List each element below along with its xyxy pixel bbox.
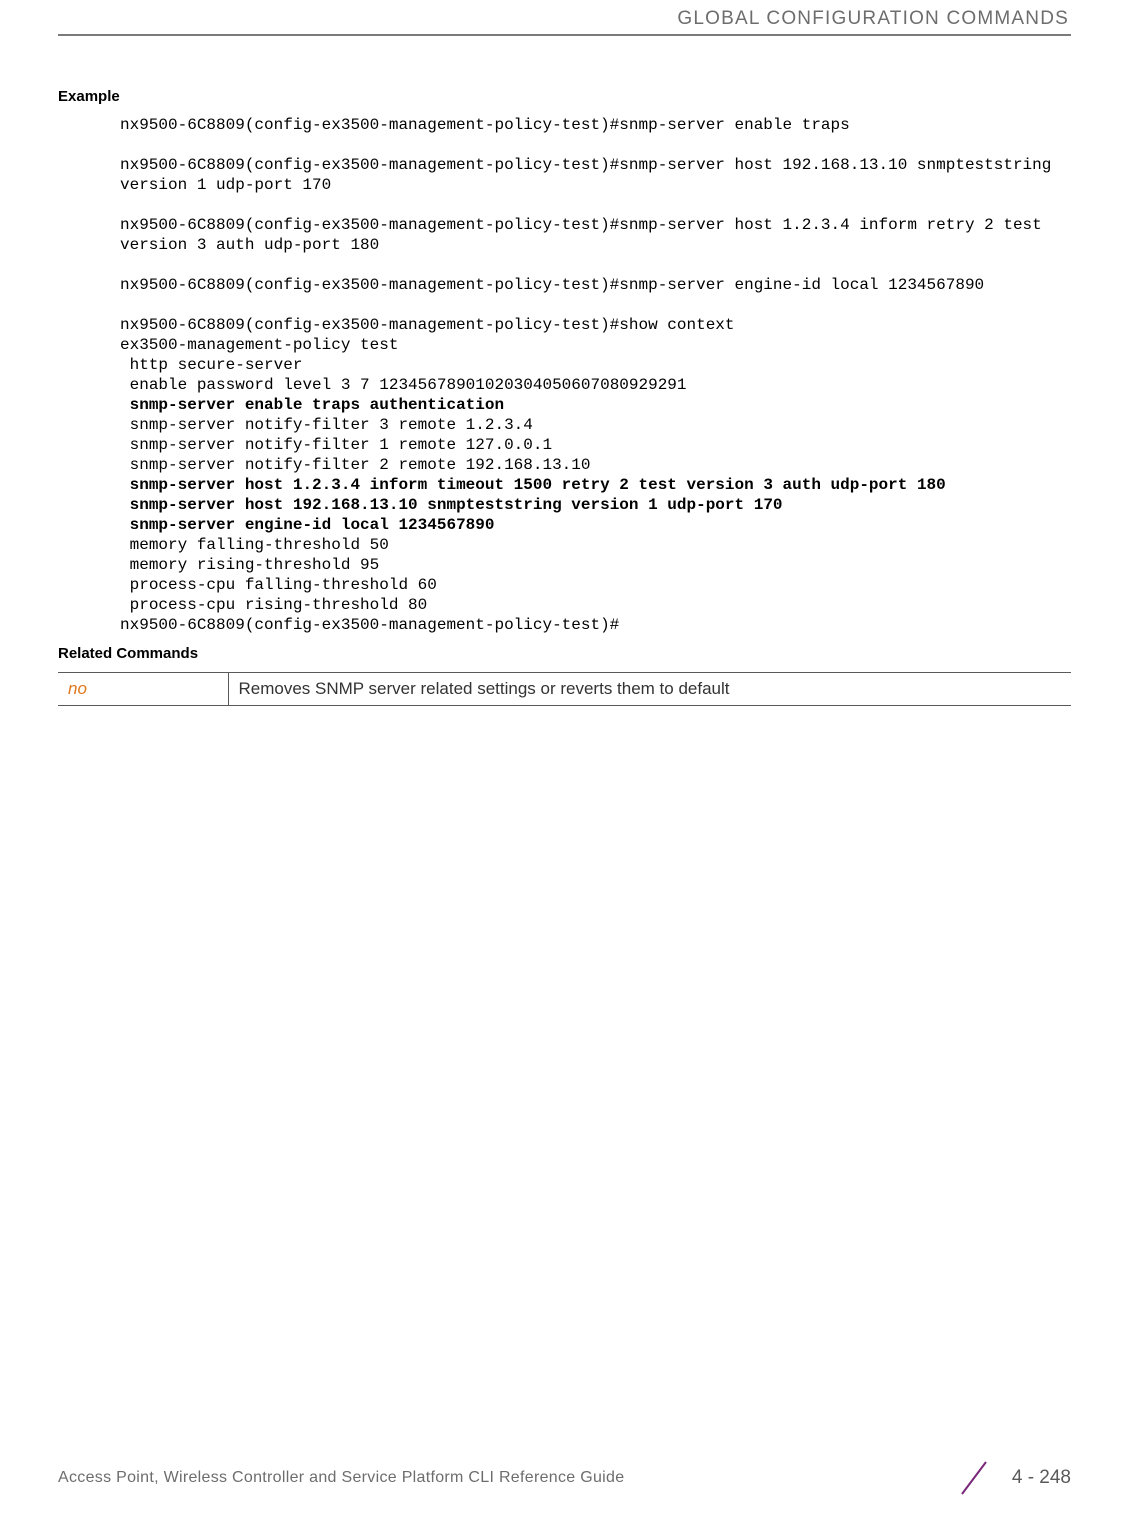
related-commands-table: no Removes SNMP server related settings … — [58, 672, 1071, 706]
code-line: snmp-server notify-filter 1 remote 127.0… — [120, 436, 552, 454]
code-line-bold: 180 — [917, 476, 946, 494]
footer-doc-title: Access Point, Wireless Controller and Se… — [58, 1469, 624, 1487]
related-cmd-desc: Removes SNMP server related settings or … — [228, 673, 1071, 706]
code-line-bold: snmp-server enable traps authentication — [120, 396, 504, 414]
table-row: no Removes SNMP server related settings … — [58, 673, 1071, 706]
code-line: nx9500-6C8809(config-ex3500-management-p… — [120, 116, 850, 134]
code-line: enable password level 3 7 12345678901020… — [120, 376, 687, 394]
code-line: memory falling-threshold 50 — [120, 536, 389, 554]
example-code-1: nx9500-6C8809(config-ex3500-management-p… — [120, 115, 1071, 635]
code-line-bold: snmp-server engine-id local 1234567890 — [120, 516, 494, 534]
code-line: ex3500-management-policy test — [120, 336, 398, 354]
code-line: snmp-server notify-filter 3 remote 1.2.3… — [120, 416, 533, 434]
related-cmd-name[interactable]: no — [58, 673, 228, 706]
example-heading: Example — [58, 88, 1071, 105]
page: GLOBAL CONFIGURATION COMMANDS Example nx… — [0, 0, 1129, 1516]
code-line-bold: snmp-server host 192.168.13.10 snmptests… — [120, 496, 783, 514]
slash-icon — [954, 1460, 994, 1496]
code-line-bold: snmp-server host 1.2.3.4 inform timeout … — [120, 476, 917, 494]
code-line: nx9500-6C8809(config-ex3500-management-p… — [120, 276, 984, 294]
code-line: nx9500-6C8809(config-ex3500-management-p… — [120, 156, 1061, 194]
related-commands-heading: Related Commands — [58, 645, 1071, 662]
code-line: nx9500-6C8809(config-ex3500-management-p… — [120, 616, 619, 634]
code-line: http secure-server — [120, 356, 302, 374]
code-line: process-cpu falling-threshold 60 — [120, 576, 437, 594]
footer: Access Point, Wireless Controller and Se… — [58, 1460, 1071, 1496]
running-header: GLOBAL CONFIGURATION COMMANDS — [58, 0, 1071, 30]
code-line: process-cpu rising-threshold 80 — [120, 596, 427, 614]
page-number: 4 - 248 — [1012, 1467, 1071, 1489]
code-line: nx9500-6C8809(config-ex3500-management-p… — [120, 216, 1051, 254]
code-line: nx9500-6C8809(config-ex3500-management-p… — [120, 316, 735, 334]
footer-right: 4 - 248 — [954, 1460, 1071, 1496]
code-line: snmp-server notify-filter 2 remote 192.1… — [120, 456, 590, 474]
code-line: memory rising-threshold 95 — [120, 556, 379, 574]
content-area: Example nx9500-6C8809(config-ex3500-mana… — [58, 36, 1071, 706]
